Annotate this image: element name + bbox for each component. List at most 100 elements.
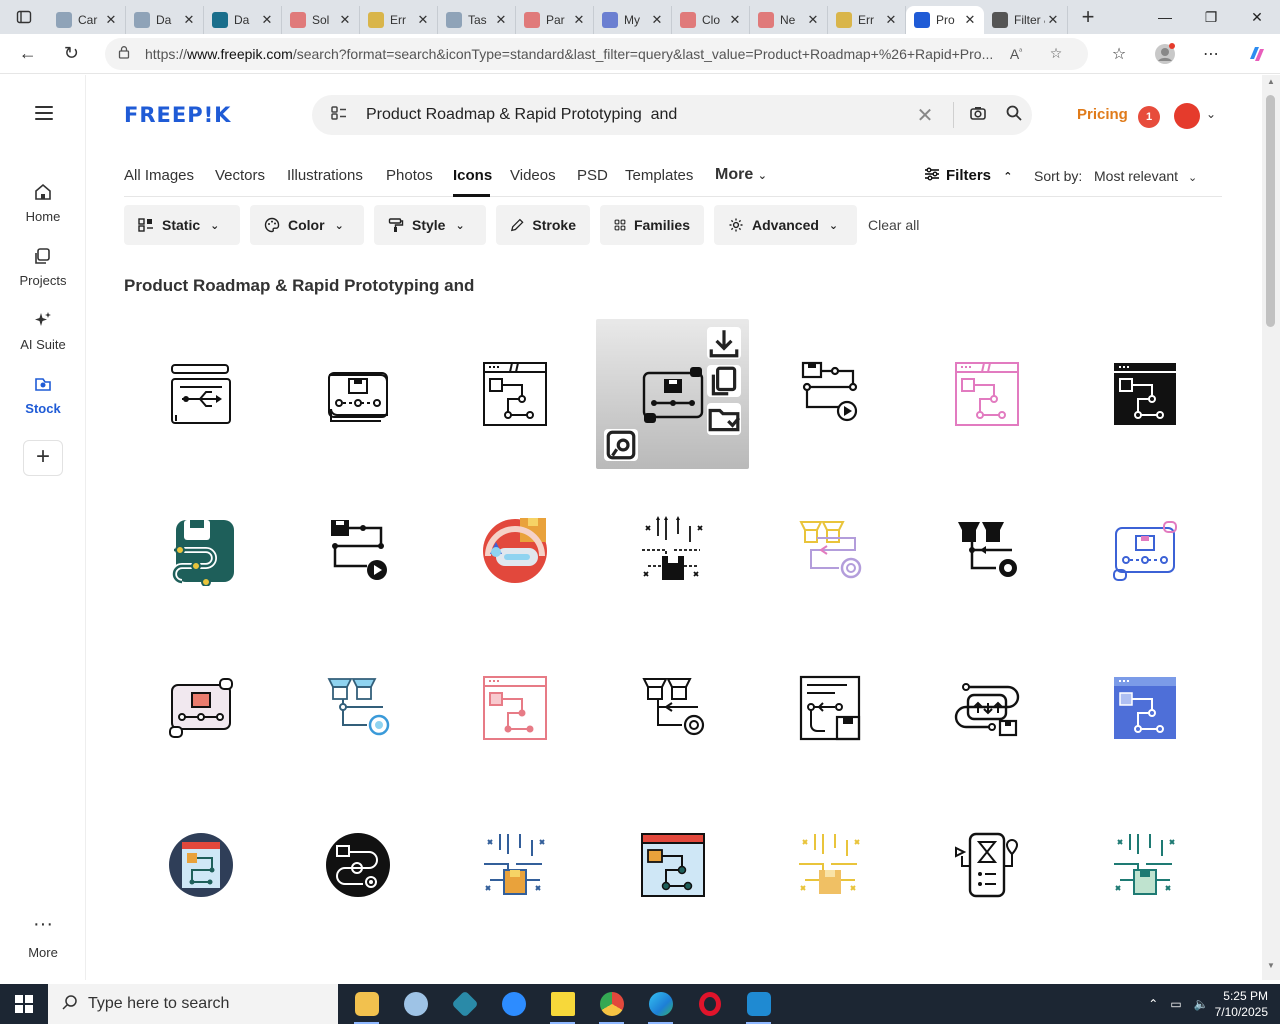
icon-result[interactable] bbox=[281, 319, 434, 469]
chevron-down-icon[interactable]: ⌄ bbox=[1206, 107, 1216, 121]
taskbar-clock[interactable]: 5:25 PM 7/10/2025 bbox=[1215, 988, 1268, 1020]
tab-more[interactable]: More ⌄ bbox=[715, 166, 767, 184]
icon-result[interactable] bbox=[438, 476, 591, 626]
icon-result[interactable] bbox=[281, 476, 434, 626]
icon-result[interactable] bbox=[124, 790, 277, 940]
profile-icon[interactable] bbox=[1142, 42, 1188, 65]
icon-result[interactable] bbox=[124, 633, 277, 783]
favorite-star-icon[interactable]: ☆ bbox=[1036, 45, 1076, 62]
teal-app[interactable] bbox=[440, 984, 489, 1024]
url-bar[interactable]: https://www.freepik.com/search?format=se… bbox=[105, 37, 1088, 70]
close-tab-icon[interactable]: ✕ bbox=[337, 12, 353, 28]
browser-tab[interactable]: Filter &✕ bbox=[984, 6, 1068, 34]
icon-result[interactable] bbox=[438, 319, 591, 469]
icon-result[interactable] bbox=[124, 319, 277, 469]
filter-style[interactable]: Style ⌄ bbox=[374, 205, 486, 245]
favorites-icon[interactable]: ☆ bbox=[1096, 44, 1142, 64]
file-explorer-app[interactable] bbox=[342, 984, 391, 1024]
copilot-icon[interactable] bbox=[1234, 44, 1280, 64]
sidebar-add-button[interactable]: + bbox=[23, 440, 63, 476]
close-tab-icon[interactable]: ✕ bbox=[727, 12, 743, 28]
filters-toggle-button[interactable]: Filters ⌃ bbox=[924, 167, 1012, 184]
sidebar-item-projects[interactable]: Projects bbox=[0, 245, 86, 288]
scrollbar-thumb[interactable] bbox=[1266, 95, 1275, 327]
similar-search-icon[interactable] bbox=[604, 429, 638, 461]
freepik-logo[interactable]: FREEP!K bbox=[124, 103, 231, 127]
site-info-icon[interactable] bbox=[117, 45, 141, 62]
avatar[interactable] bbox=[1174, 103, 1200, 129]
icon-result[interactable] bbox=[596, 633, 749, 783]
icon-result-hovered[interactable] bbox=[596, 319, 749, 469]
close-window-button[interactable]: ✕ bbox=[1234, 0, 1280, 34]
browser-tab[interactable]: Tas ✕ bbox=[438, 6, 516, 34]
opera-app[interactable] bbox=[685, 984, 734, 1024]
network-icon[interactable]: ▭ bbox=[1170, 997, 1181, 1011]
start-button[interactable] bbox=[0, 984, 48, 1024]
filter-advanced[interactable]: Advanced ⌄ bbox=[714, 205, 857, 245]
tab-icons[interactable]: Icons bbox=[453, 167, 492, 184]
icon-result[interactable] bbox=[753, 633, 906, 783]
tab-templates[interactable]: Templates bbox=[625, 167, 693, 184]
clear-all-filters-link[interactable]: Clear all bbox=[868, 217, 919, 233]
tab-photos[interactable]: Photos bbox=[386, 167, 433, 184]
close-tab-icon[interactable]: ✕ bbox=[571, 12, 587, 28]
browser-tab[interactable]: Ne ✕ bbox=[750, 6, 828, 34]
close-tab-icon[interactable]: ✕ bbox=[649, 12, 665, 28]
icon-result[interactable] bbox=[281, 790, 434, 940]
browser-tab[interactable]: Par ✕ bbox=[516, 6, 594, 34]
browser-tab[interactable]: My ✕ bbox=[594, 6, 672, 34]
icon-result[interactable] bbox=[753, 790, 906, 940]
icon-result[interactable] bbox=[753, 476, 906, 626]
sidebar-item-home[interactable]: Home bbox=[0, 181, 86, 224]
icon-result[interactable] bbox=[753, 319, 906, 469]
browser-tab[interactable]: Da ✕ bbox=[126, 6, 204, 34]
add-to-collection-icon[interactable] bbox=[707, 403, 741, 435]
browser-tab[interactable]: Pro ✕ bbox=[906, 6, 984, 34]
back-button[interactable]: ← bbox=[6, 34, 50, 74]
scroll-up-icon[interactable]: ▲ bbox=[1262, 77, 1280, 93]
close-tab-icon[interactable]: ✕ bbox=[1045, 12, 1061, 28]
reload-button[interactable]: ↻ bbox=[50, 34, 94, 74]
paint-app[interactable] bbox=[391, 984, 440, 1024]
camera-search-icon[interactable] bbox=[960, 104, 996, 127]
chevron-up-icon[interactable]: ⌃ bbox=[1148, 997, 1158, 1011]
sort-dropdown[interactable]: Most relevant ⌄ bbox=[1094, 168, 1197, 184]
browser-tab[interactable]: Err ✕ bbox=[828, 6, 906, 34]
scroll-down-icon[interactable]: ▼ bbox=[1262, 961, 1280, 977]
minimize-button[interactable]: — bbox=[1142, 0, 1188, 34]
close-tab-icon[interactable]: ✕ bbox=[962, 12, 978, 28]
icon-result[interactable] bbox=[910, 790, 1063, 940]
tab-actions-button[interactable] bbox=[0, 0, 48, 34]
browser-tab[interactable]: Sol ✕ bbox=[282, 6, 360, 34]
icon-result[interactable] bbox=[1068, 476, 1221, 626]
search-icon[interactable] bbox=[996, 104, 1032, 127]
more-menu-icon[interactable]: ⋯ bbox=[1188, 44, 1234, 64]
hamburger-menu-button[interactable] bbox=[28, 99, 60, 127]
chrome-app[interactable] bbox=[587, 984, 636, 1024]
icon-result[interactable] bbox=[910, 476, 1063, 626]
clear-search-icon[interactable]: ✕ bbox=[903, 103, 947, 128]
tab-illustrations[interactable]: Illustrations bbox=[287, 167, 363, 184]
close-tab-icon[interactable]: ✕ bbox=[493, 12, 509, 28]
icon-result[interactable] bbox=[1068, 319, 1221, 469]
tab-all-images[interactable]: All Images bbox=[124, 167, 194, 184]
close-tab-icon[interactable]: ✕ bbox=[181, 12, 197, 28]
icon-result[interactable] bbox=[596, 476, 749, 626]
browser-tab[interactable]: Err ✕ bbox=[360, 6, 438, 34]
new-tab-button[interactable]: + bbox=[1068, 4, 1108, 30]
icon-result[interactable] bbox=[281, 633, 434, 783]
icon-result[interactable] bbox=[910, 319, 1063, 469]
vscode-app[interactable] bbox=[734, 984, 783, 1024]
icon-result[interactable] bbox=[124, 476, 277, 626]
browser-tab[interactable]: Car ✕ bbox=[48, 6, 126, 34]
edge-app[interactable] bbox=[636, 984, 685, 1024]
tab-videos[interactable]: Videos bbox=[510, 167, 556, 184]
zoom-app[interactable] bbox=[489, 984, 538, 1024]
search-input[interactable] bbox=[366, 106, 903, 124]
close-tab-icon[interactable]: ✕ bbox=[883, 12, 899, 28]
sidebar-item-more[interactable]: ··· More bbox=[0, 914, 86, 960]
restore-button[interactable]: ❐ bbox=[1188, 0, 1234, 34]
icon-result[interactable] bbox=[910, 633, 1063, 783]
filter-color[interactable]: Color ⌄ bbox=[250, 205, 364, 245]
pricing-link[interactable]: Pricing bbox=[1077, 106, 1128, 123]
